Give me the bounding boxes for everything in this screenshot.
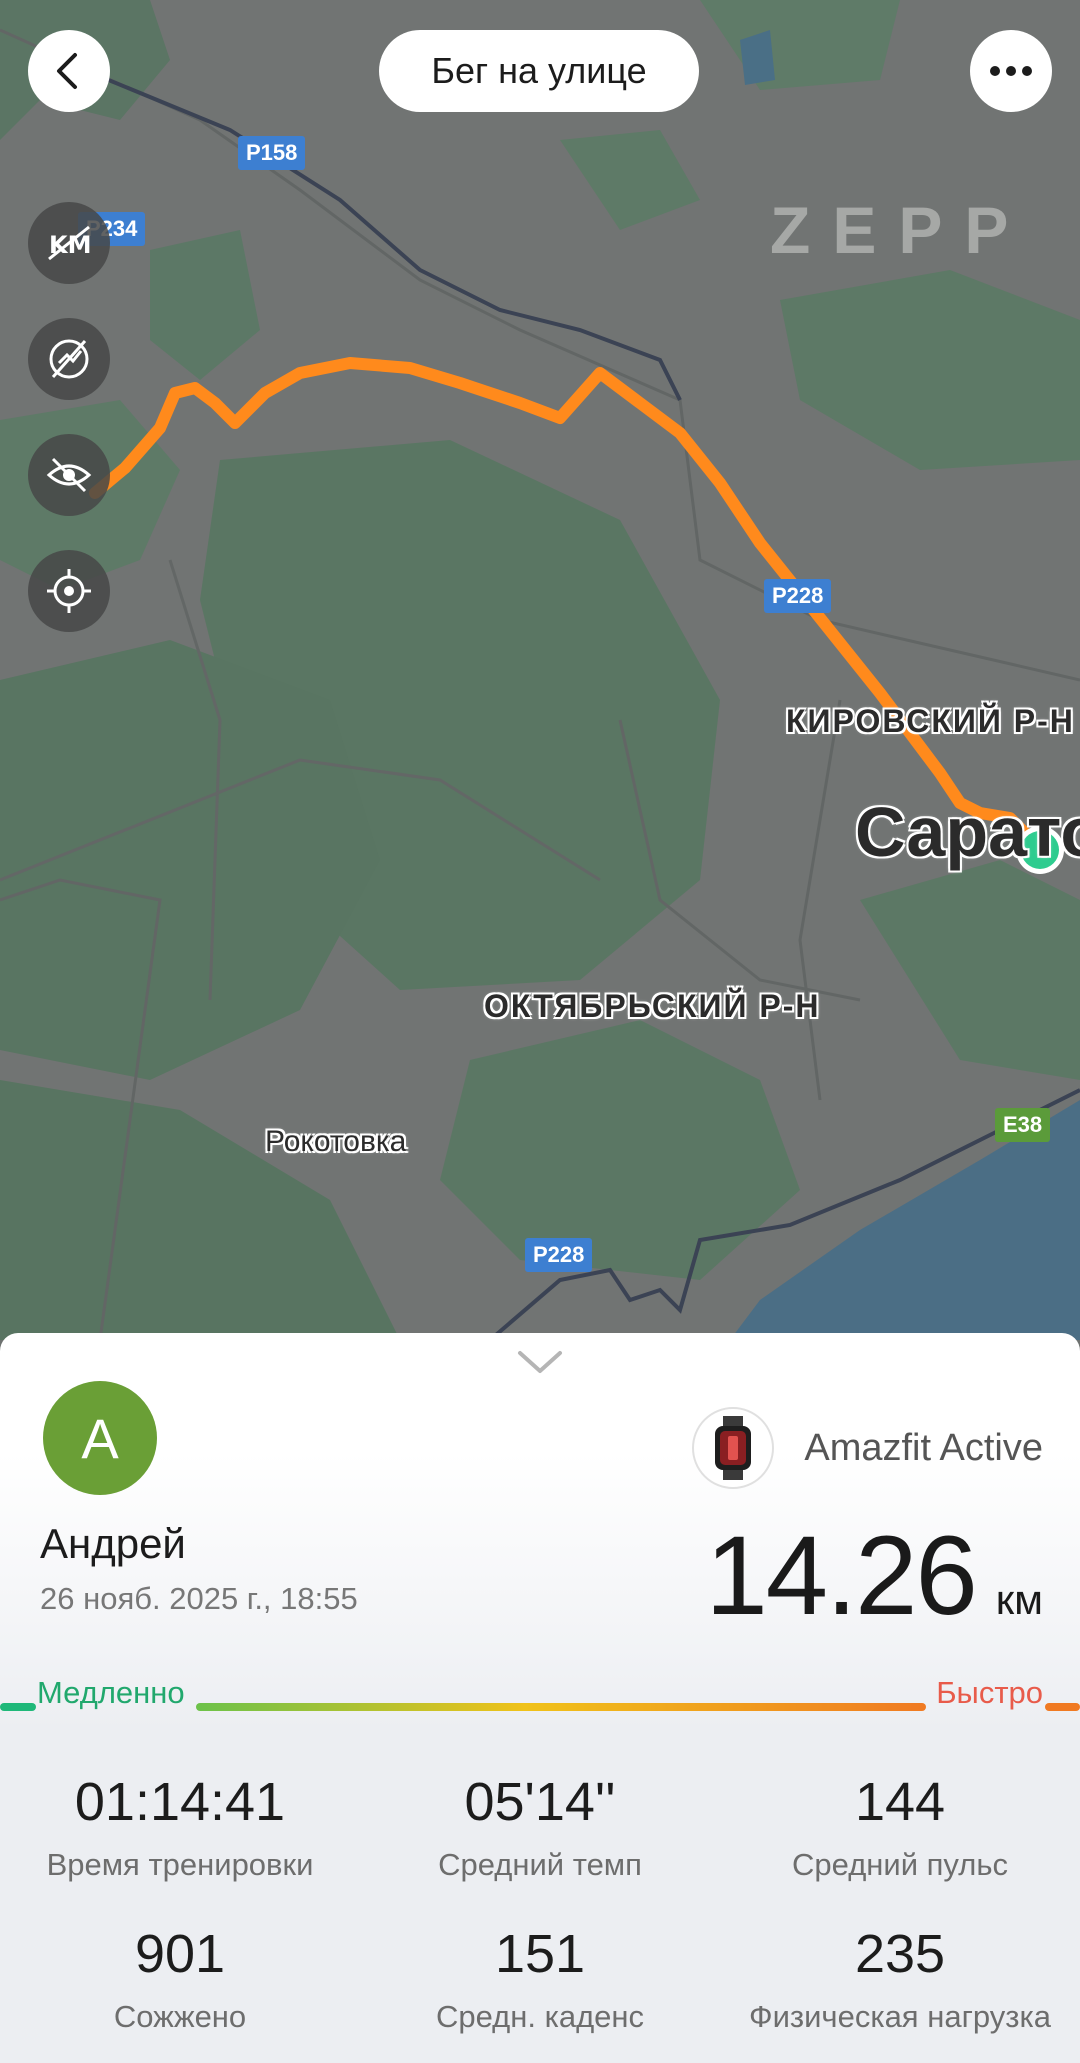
road-badge: P228 bbox=[764, 579, 832, 613]
stat-avg-heart-rate: 144 Средний пульс bbox=[720, 1771, 1080, 1883]
distance-unit: км bbox=[995, 1576, 1043, 1623]
road-badge: P158 bbox=[238, 136, 306, 170]
stat-label: Средний темп bbox=[438, 1847, 642, 1882]
pace-color-toggle[interactable] bbox=[28, 318, 110, 400]
distance-value: 14.26 bbox=[705, 1513, 977, 1638]
watch-icon bbox=[692, 1407, 774, 1489]
stat-label: Физическая нагрузка bbox=[749, 1999, 1051, 2034]
collapse-chevron-icon[interactable] bbox=[516, 1347, 564, 1377]
city-label: Сарато bbox=[855, 793, 1080, 871]
stat-label: Средн. каденс bbox=[435, 1999, 645, 2034]
stat-value: 235 bbox=[854, 1924, 946, 1984]
locate-button[interactable] bbox=[28, 550, 110, 632]
stat-value: 901 bbox=[134, 1924, 226, 1984]
route-map[interactable]: ZEPP P158 P234 P228 P228 E38 КИРОВСКИЙ Р… bbox=[0, 0, 1080, 1340]
view-toggle[interactable] bbox=[28, 434, 110, 516]
locate-icon bbox=[47, 569, 91, 613]
stat-workout-time: 01:14:41 Время тренировки bbox=[0, 1771, 360, 1883]
zepp-logo: ZEPP bbox=[770, 193, 1031, 267]
device-name: Amazfit Active bbox=[804, 1427, 1043, 1469]
hide-view-icon bbox=[46, 457, 92, 493]
back-button[interactable] bbox=[28, 30, 110, 112]
stat-training-load: 235 Физическая нагрузка bbox=[720, 1923, 1080, 2035]
stat-value: 01:14:41 bbox=[74, 1772, 286, 1832]
more-icon bbox=[990, 66, 1032, 76]
stat-avg-cadence: 151 Средн. каденс bbox=[360, 1923, 720, 2035]
workout-summary-sheet: А Amazfit Active Андрей 26 нояб. 2025 г.… bbox=[0, 1333, 1080, 2063]
road-badge: E38 bbox=[995, 1108, 1051, 1142]
km-markers-icon: KM bbox=[48, 225, 91, 261]
chevron-left-icon bbox=[57, 53, 77, 89]
stat-value: 144 bbox=[854, 1772, 946, 1832]
district-label: КИРОВСКИЙ Р-Н bbox=[786, 703, 1075, 739]
km-markers-toggle[interactable]: KM bbox=[28, 202, 110, 284]
stat-label: Средний пульс bbox=[792, 1847, 1008, 1882]
activity-type-title: Бег на улице bbox=[379, 30, 699, 112]
workout-date: 26 нояб. 2025 г., 18:55 bbox=[40, 1581, 358, 1616]
village-label: Рокотовка bbox=[265, 1125, 407, 1158]
stat-value: 151 bbox=[494, 1924, 586, 1984]
distance: 14.26 км bbox=[705, 1511, 1043, 1640]
stat-label: Сожжено bbox=[113, 1999, 247, 2034]
stat-value: 05'14'' bbox=[464, 1772, 616, 1832]
pace-fast-label: Быстро bbox=[936, 1675, 1043, 1710]
hide-pace-icon bbox=[49, 339, 89, 379]
avatar[interactable]: А bbox=[43, 1381, 157, 1495]
stat-avg-pace: 05'14'' Средний темп bbox=[360, 1771, 720, 1883]
pace-slow-label: Медленно bbox=[37, 1675, 185, 1710]
user-name: Андрей bbox=[40, 1520, 186, 1567]
road-badge: P228 bbox=[525, 1238, 593, 1272]
stat-calories: 901 Сожжено bbox=[0, 1923, 360, 2035]
stat-label: Время тренировки bbox=[46, 1847, 314, 1882]
district-label: ОКТЯБРЬСКИЙ Р-Н bbox=[484, 988, 821, 1024]
more-options-button[interactable] bbox=[970, 30, 1052, 112]
